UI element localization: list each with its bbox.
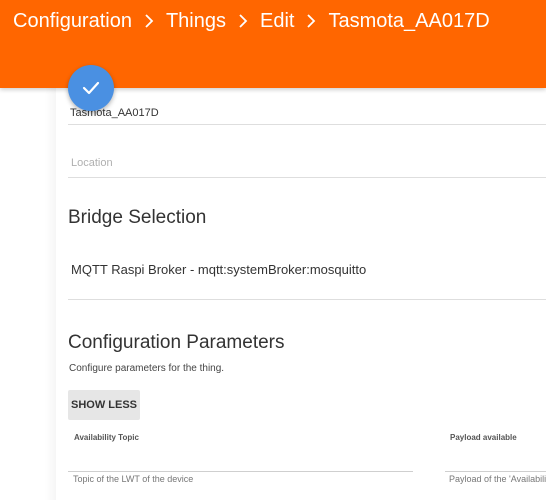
location-underline [68, 177, 546, 178]
configuration-description: Configure parameters for the thing. [69, 363, 225, 374]
save-button[interactable] [68, 65, 114, 111]
configuration-parameters-title: Configuration Parameters [68, 332, 285, 353]
param-label-availability-topic: Availability Topic [74, 433, 139, 442]
payload-available-input[interactable]: Payload of the 'Availabili [449, 474, 546, 484]
thing-name-underline [68, 124, 546, 125]
bridge-selection-title: Bridge Selection [68, 207, 207, 228]
availability-topic-input[interactable]: Topic of the LWT of the device [73, 474, 193, 484]
chevron-right-icon [226, 7, 260, 35]
thing-edit-page: Configuration Things Edit Tasmota_AA017D… [0, 0, 546, 500]
breadcrumb-configuration[interactable]: Configuration [13, 10, 132, 33]
availability-topic-underline [68, 471, 413, 472]
chevron-right-icon [294, 7, 328, 35]
location-field[interactable]: Location [71, 157, 113, 169]
bridge-divider [68, 299, 546, 300]
show-less-button[interactable]: SHOW LESS [68, 390, 140, 420]
payload-available-underline [445, 471, 546, 472]
breadcrumb-edit[interactable]: Edit [260, 10, 294, 33]
breadcrumb-thing-name: Tasmota_AA017D [328, 9, 490, 32]
chevron-right-icon [132, 7, 166, 35]
check-icon [82, 81, 100, 95]
breadcrumb: Configuration Things Edit Tasmota_AA017D [13, 7, 490, 35]
breadcrumb-things[interactable]: Things [166, 10, 226, 33]
param-label-payload-available: Payload available [450, 433, 517, 442]
bridge-select[interactable]: MQTT Raspi Broker - mqtt:systemBroker:mo… [71, 262, 366, 277]
